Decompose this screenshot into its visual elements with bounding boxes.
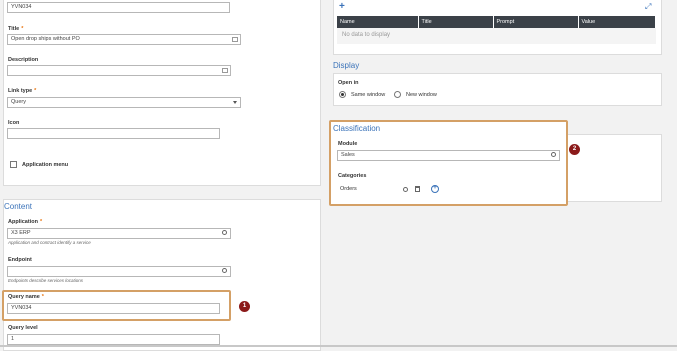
callout-badge-1: 1: [239, 301, 250, 312]
translate-icon[interactable]: [222, 68, 228, 73]
required-marker: *: [34, 88, 37, 94]
icon-label: Icon: [8, 120, 20, 126]
query-level-field[interactable]: 1: [7, 334, 220, 345]
title-field[interactable]: Open drop ships without PO: [7, 34, 241, 45]
link-type-select[interactable]: Query: [7, 97, 241, 108]
classification-heading: Classification: [333, 124, 381, 133]
query-name-label: Query name *: [8, 294, 44, 300]
zoom-in-icon[interactable]: +: [431, 185, 439, 193]
query-level-label: Query level: [8, 325, 38, 331]
search-icon[interactable]: [222, 268, 227, 273]
chevron-down-icon[interactable]: [233, 101, 237, 104]
categories-label: Categories: [338, 173, 367, 179]
query-name-field[interactable]: YVN034: [7, 303, 220, 314]
endpoint-hint: Endpoints describe services locations: [8, 278, 84, 283]
required-marker: *: [41, 294, 44, 300]
translate-icon[interactable]: [232, 37, 238, 42]
table-header-row: Name Title Prompt Value: [337, 16, 656, 28]
link-type-label: Link type *: [8, 88, 37, 94]
content-heading: Content: [4, 202, 33, 211]
new-window-radio[interactable]: [394, 91, 401, 98]
trash-icon[interactable]: [415, 186, 420, 192]
same-window-label: Same window: [351, 92, 386, 98]
title-label: Title *: [8, 26, 24, 32]
module-field[interactable]: Sales: [337, 150, 560, 161]
column-header[interactable]: Value: [578, 16, 656, 28]
application-menu-checkbox[interactable]: [10, 161, 17, 168]
search-icon[interactable]: [551, 152, 556, 157]
endpoint-field[interactable]: [7, 266, 231, 277]
required-marker: *: [39, 219, 43, 225]
application-field[interactable]: X3 ERP: [7, 228, 231, 239]
application-label: Application *: [8, 219, 43, 225]
category-chip[interactable]: Orders: [340, 186, 357, 192]
column-header[interactable]: Name: [337, 16, 419, 28]
top-field[interactable]: YVN034: [7, 2, 230, 13]
search-icon[interactable]: [222, 230, 227, 235]
required-marker: *: [21, 26, 24, 32]
column-header[interactable]: Title: [418, 16, 494, 28]
application-menu-label: Application menu: [22, 162, 69, 168]
description-field[interactable]: [7, 65, 231, 76]
description-label: Description: [8, 57, 39, 63]
expand-icon[interactable]: ⤢: [645, 3, 651, 11]
general-panel: [3, 0, 321, 186]
same-window-radio[interactable]: [339, 91, 346, 98]
column-header[interactable]: Prompt: [493, 16, 579, 28]
application-hint: Application and contract identify a serv…: [8, 240, 91, 245]
open-in-label: Open in: [338, 80, 359, 86]
add-icon[interactable]: +: [339, 2, 345, 12]
display-heading: Display: [333, 61, 360, 70]
search-icon[interactable]: [403, 187, 408, 192]
module-label: Module: [338, 141, 358, 147]
display-panel: [333, 73, 662, 106]
parameters-table: Name Title Prompt Value: [337, 16, 656, 28]
icon-field[interactable]: [7, 128, 220, 139]
new-window-label: New window: [406, 92, 437, 98]
callout-badge-2: 2: [569, 144, 580, 155]
empty-table-text: No data to display: [342, 32, 391, 38]
endpoint-label: Endpoint: [8, 257, 32, 263]
